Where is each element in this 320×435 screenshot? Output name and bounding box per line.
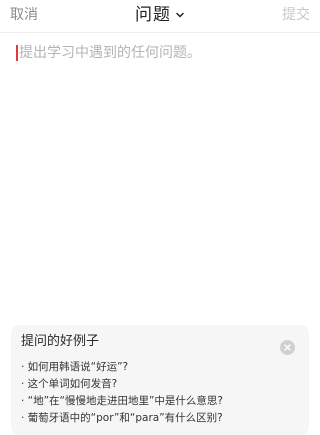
tips-list: · 如何用韩语说“好运”? · 这个单词如何发音? · “地”在“慢慢地走进田地… (21, 359, 223, 427)
question-placeholder: 提出学习中遇到的任何问题。 (19, 45, 201, 61)
list-item: · 这个单词如何发音? (21, 378, 118, 390)
text-caret (16, 45, 18, 61)
tips-title: 提问的好例子 (21, 334, 100, 349)
title-container: 问题 (0, 3, 320, 27)
submit-button[interactable]: 提交 (282, 6, 310, 24)
page-title: 问题 (135, 5, 171, 25)
top-bar: 取消 问题 提交 (0, 0, 320, 32)
good-examples-card: 提问的好例子 · 如何用韩语说“好运”? · 这个单词如何发音? · “地”在“… (11, 325, 309, 435)
close-icon[interactable] (280, 340, 295, 355)
list-item: · 葡萄牙语中的“por”和“para”有什么区别? (21, 412, 223, 424)
question-input[interactable]: 提出学习中遇到的任何问题。 (0, 33, 320, 323)
question-type-dropdown[interactable]: 问题 (135, 3, 185, 27)
list-item: · 如何用韩语说“好运”? (21, 361, 129, 373)
chevron-down-icon (176, 12, 184, 18)
list-item: · “地”在“慢慢地走进田地里”中是什么意思? (21, 395, 224, 407)
